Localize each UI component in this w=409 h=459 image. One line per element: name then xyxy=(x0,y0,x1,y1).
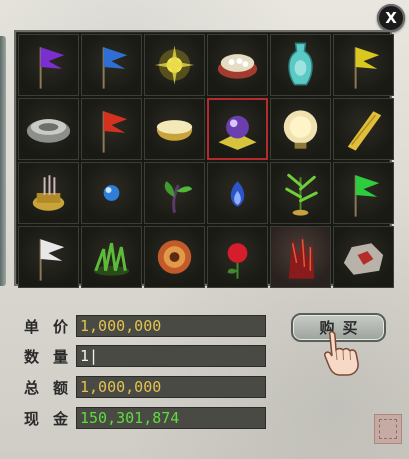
pearl-basket-icon xyxy=(217,54,258,79)
total-label: 总额 xyxy=(24,379,83,397)
incense-burner-icon xyxy=(32,175,65,211)
cash-label: 现金 xyxy=(24,410,83,428)
item-slot[interactable] xyxy=(18,34,79,96)
close-button[interactable]: X xyxy=(377,4,405,32)
panel-side-tab xyxy=(0,36,6,286)
blue-flame-icon xyxy=(230,181,245,207)
item-slot[interactable] xyxy=(270,98,331,160)
quantity-input[interactable]: 1| xyxy=(76,345,266,367)
item-slot[interactable] xyxy=(144,98,205,160)
item-slot[interactable] xyxy=(81,226,142,288)
golden-star-burst-icon xyxy=(154,45,195,85)
item-slot[interactable] xyxy=(207,162,268,224)
close-icon: X xyxy=(385,9,397,27)
pointing-hand-icon xyxy=(324,331,359,376)
item-slot[interactable] xyxy=(333,226,394,288)
white-flag-icon xyxy=(39,239,65,281)
cash-field: 150,301,874 xyxy=(76,407,266,429)
herb-sprout-icon xyxy=(164,181,193,213)
quantity-label: 数量 xyxy=(24,348,83,366)
green-grass-icon xyxy=(93,242,130,276)
item-slot[interactable] xyxy=(270,162,331,224)
item-slot[interactable] xyxy=(207,34,268,96)
item-slot[interactable] xyxy=(144,226,205,288)
seal-stamp xyxy=(374,414,402,444)
item-slot[interactable] xyxy=(18,226,79,288)
item-slot[interactable] xyxy=(81,34,142,96)
crystal-orb-icon xyxy=(218,115,257,150)
item-grid xyxy=(14,30,394,288)
item-slot[interactable] xyxy=(207,226,268,288)
unit-price-field: 1,000,000 xyxy=(76,315,266,337)
item-slot[interactable] xyxy=(81,98,142,160)
flower-disc-icon xyxy=(157,240,192,274)
yellow-scroll-icon xyxy=(347,111,382,151)
lantern-icon xyxy=(283,110,318,149)
red-crystal-cluster-icon xyxy=(288,235,315,279)
item-slot[interactable] xyxy=(333,98,394,160)
silver-bowl-icon xyxy=(26,119,71,143)
total-field: 1,000,000 xyxy=(76,376,266,398)
blue-pearl-icon xyxy=(103,185,120,201)
green-flag-icon xyxy=(354,175,380,217)
item-slot[interactable] xyxy=(144,162,205,224)
blue-flag-icon xyxy=(102,47,128,89)
item-slot[interactable] xyxy=(18,98,79,160)
purple-flag-icon xyxy=(39,47,65,89)
item-slot[interactable] xyxy=(144,34,205,96)
item-slot[interactable] xyxy=(81,162,142,224)
jade-vase-icon xyxy=(288,42,313,86)
item-slot[interactable] xyxy=(270,226,331,288)
item-slot[interactable] xyxy=(270,34,331,96)
red-rose-icon xyxy=(227,243,248,279)
red-flag-icon xyxy=(102,111,128,153)
item-slot[interactable] xyxy=(18,162,79,224)
item-slot[interactable] xyxy=(333,162,394,224)
unit-price-label: 单价 xyxy=(24,318,83,336)
item-slot[interactable] xyxy=(207,98,268,160)
item-slot[interactable] xyxy=(333,34,394,96)
shop-panel: X 单价 1,000,000 数量 1| 总额 1,000,000 现金 150… xyxy=(0,0,409,459)
rice-bowl-icon xyxy=(156,120,193,141)
yellow-flag-icon xyxy=(354,47,380,89)
quantity-value: 1 xyxy=(80,347,90,365)
bamboo-plant-icon xyxy=(285,173,318,216)
ore-rock-icon xyxy=(343,243,384,275)
